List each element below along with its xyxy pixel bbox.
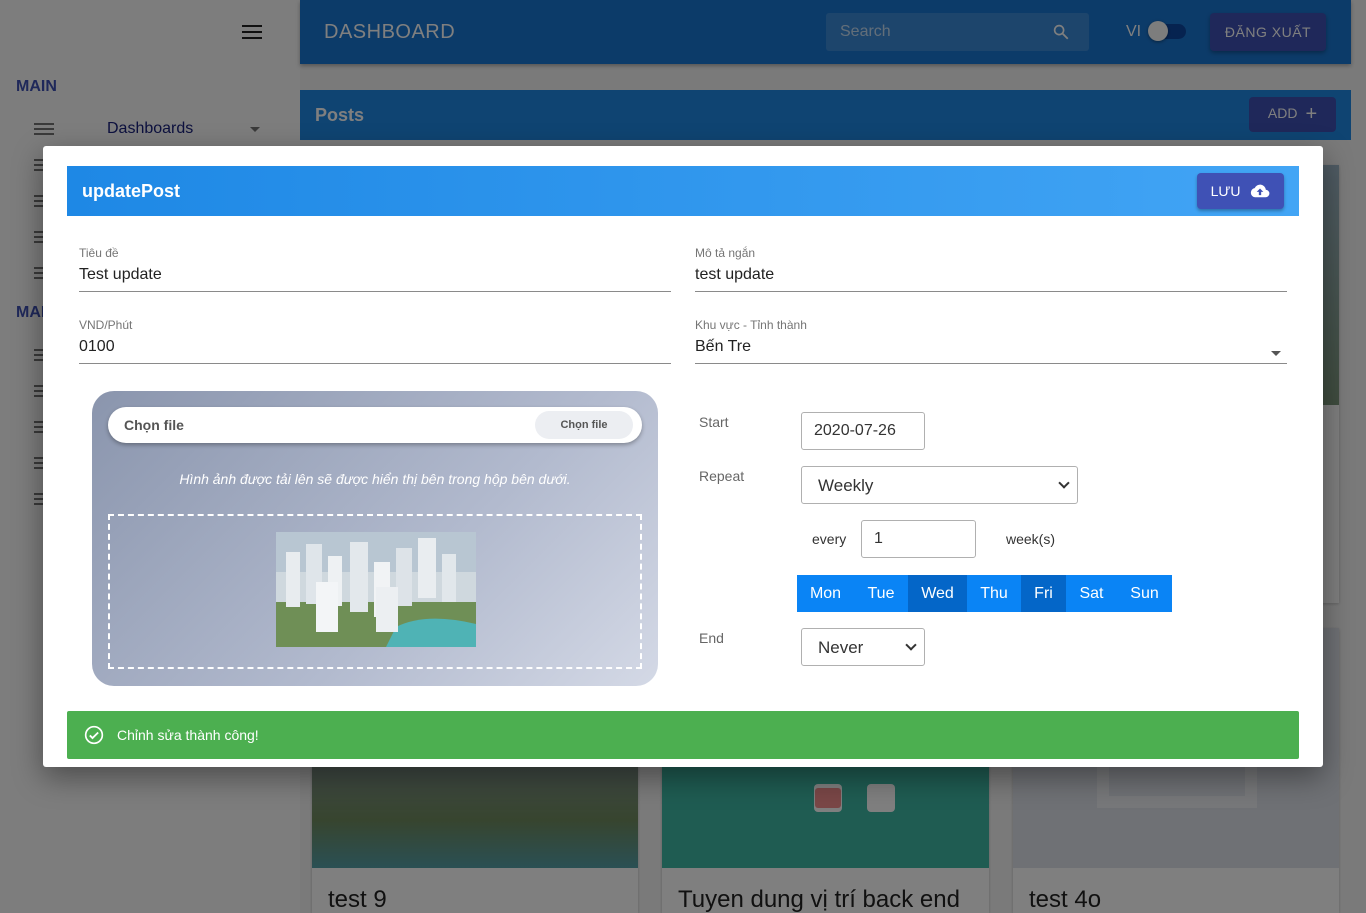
update-post-dialog: updatePost LƯU Tiêu đề Mô tả ngắn VND/Ph…	[43, 146, 1323, 767]
dialog-title: updatePost	[82, 181, 181, 201]
region-field: Khu vực - Tỉnh thành Bến Tre	[695, 318, 1287, 364]
day-button-wed[interactable]: Wed	[908, 575, 967, 612]
save-button[interactable]: LƯU	[1197, 173, 1284, 209]
chevron-down-icon	[1058, 477, 1070, 489]
save-label: LƯU	[1210, 183, 1241, 199]
image-upload-panel: Chọn file Chọn file Hình ảnh được tải lê…	[92, 391, 658, 686]
repeat-label: Repeat	[699, 468, 745, 484]
day-button-tue[interactable]: Tue	[854, 575, 908, 612]
check-circle-icon	[84, 725, 104, 745]
interval-unit-label: week(s)	[1006, 531, 1056, 547]
price-label: VND/Phút	[79, 318, 133, 332]
every-interval-input[interactable]	[861, 520, 976, 558]
every-label: every	[812, 531, 847, 547]
price-input[interactable]	[79, 332, 671, 364]
region-select[interactable]: Bến Tre	[695, 332, 1287, 364]
weekday-selector: Mon Tue Wed Thu Fri Sat Sun	[797, 575, 1172, 612]
title-input[interactable]	[79, 260, 671, 292]
region-label: Khu vực - Tỉnh thành	[695, 318, 807, 332]
dropdown-arrow-icon	[1271, 351, 1281, 356]
alert-message: Chỉnh sửa thành công!	[117, 727, 259, 743]
title-label: Tiêu đề	[79, 246, 119, 260]
description-field: Mô tả ngắn	[695, 246, 1287, 292]
description-label: Mô tả ngắn	[695, 246, 756, 260]
file-placeholder: Chọn file	[124, 417, 184, 433]
repeat-select[interactable]: Weekly	[801, 466, 1078, 504]
start-date-input[interactable]	[801, 412, 925, 450]
dialog-header: updatePost LƯU	[67, 166, 1299, 216]
image-preview-box	[108, 514, 642, 669]
uploaded-image-preview	[276, 532, 476, 647]
choose-file-button[interactable]: Chọn file	[535, 411, 633, 439]
description-input[interactable]	[695, 260, 1287, 292]
day-button-sun[interactable]: Sun	[1117, 575, 1172, 612]
end-value: Never	[818, 638, 864, 657]
upload-hint: Hình ảnh được tải lên sẽ được hiển thị b…	[179, 471, 571, 487]
end-label: End	[699, 630, 724, 646]
day-button-thu[interactable]: Thu	[967, 575, 1021, 612]
title-field: Tiêu đề	[79, 246, 671, 292]
success-alert: Chỉnh sửa thành công!	[67, 711, 1299, 759]
day-button-sat[interactable]: Sat	[1066, 575, 1117, 612]
file-picker[interactable]: Chọn file Chọn file	[108, 407, 642, 443]
cloud-upload-icon	[1251, 184, 1270, 198]
day-button-fri[interactable]: Fri	[1021, 575, 1066, 612]
end-select[interactable]: Never	[801, 628, 925, 666]
start-label: Start	[699, 414, 729, 430]
price-field: VND/Phút	[79, 318, 671, 364]
repeat-value: Weekly	[818, 476, 874, 495]
day-button-mon[interactable]: Mon	[797, 575, 854, 612]
chevron-down-icon	[905, 639, 917, 651]
